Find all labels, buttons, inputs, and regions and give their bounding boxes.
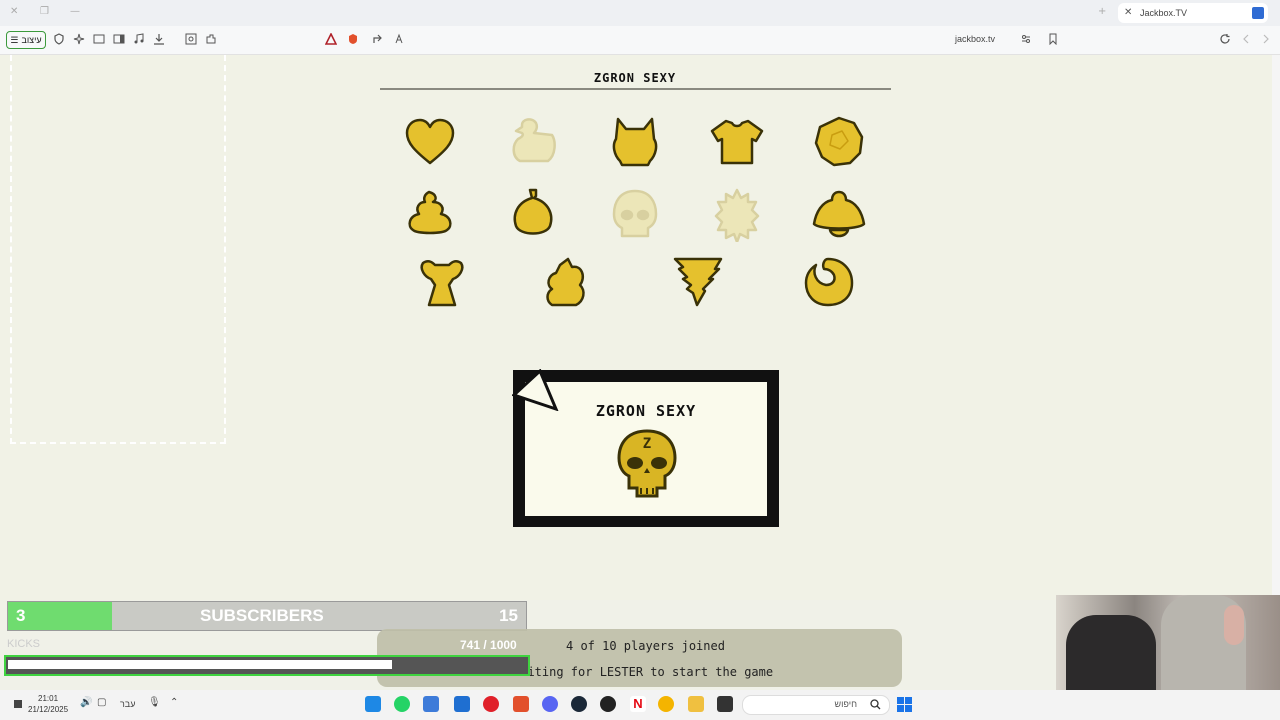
close-tab-icon[interactable]: ✕ <box>1124 7 1132 18</box>
network-icon[interactable]: ▢ <box>97 697 106 708</box>
restore-window-icon[interactable]: ❐ <box>40 6 49 17</box>
netflix-icon[interactable]: N <box>630 696 646 712</box>
zoom-app-icon[interactable] <box>365 696 381 712</box>
ai-icon[interactable] <box>73 33 85 45</box>
share-icon[interactable] <box>372 33 384 45</box>
kicks-progress-fill <box>8 660 392 669</box>
player-card-name: ZGRON SEXY <box>595 402 697 420</box>
avatar-ball-icon[interactable] <box>812 115 866 169</box>
game-page: ZGRON SEXY ZGRON SEXY Z <box>0 55 1272 600</box>
taskbar-search-placeholder: חיפוש <box>834 699 857 709</box>
windows-start-icon[interactable] <box>897 697 912 712</box>
language-indicator[interactable]: עבר <box>120 699 135 709</box>
whatsapp-icon[interactable] <box>394 696 410 712</box>
kicks-goal-bar <box>4 655 530 676</box>
hamburger-icon: ☰ <box>10 34 19 45</box>
menu-button-label: עיצוב <box>21 35 42 45</box>
new-tab-icon[interactable]: + <box>1098 6 1106 17</box>
browser-tab-bar: ✕ ❐ — + ✕ Jackbox.TV <box>0 0 1280 26</box>
player-card: ZGRON SEXY Z <box>512 369 779 527</box>
sidebar-icon[interactable] <box>113 33 125 45</box>
card-corner-fold <box>512 369 559 411</box>
media-player-icon[interactable] <box>483 696 499 712</box>
player-icon-letter: Z <box>642 436 652 452</box>
brave-shield-icon[interactable] <box>347 33 359 45</box>
avatar-poop-icon[interactable] <box>403 188 457 242</box>
terminal-icon[interactable] <box>717 696 733 712</box>
waiting-text: Waiting for LESTER to start the game <box>513 665 774 679</box>
back-icon[interactable] <box>1240 33 1252 45</box>
avatar-bomb-icon[interactable] <box>506 188 560 242</box>
file-explorer-icon[interactable] <box>688 696 704 712</box>
screenshot-icon[interactable] <box>185 33 197 45</box>
browser-toolbar: ☰ עיצוב jackbox.tv <box>0 26 1280 55</box>
volume-icon[interactable]: 🔊 <box>80 697 92 708</box>
avatar-tornado-icon[interactable] <box>671 255 725 309</box>
players-joined-text: 4 of 10 players joined <box>566 639 725 653</box>
site-settings-icon[interactable] <box>1020 33 1032 45</box>
avatar-squirrel-icon[interactable] <box>538 255 592 309</box>
tab-jackbox[interactable]: ✕ Jackbox.TV <box>1118 3 1268 23</box>
subscribers-goal: 15 <box>499 606 518 625</box>
paint-app-icon[interactable] <box>658 696 674 712</box>
brave-browser-icon[interactable] <box>513 696 529 712</box>
clock-date: 21/12/2025 <box>28 705 69 714</box>
discord-icon[interactable] <box>542 696 558 712</box>
search-icon <box>870 699 881 710</box>
hand-shape <box>1224 605 1244 645</box>
store-app-icon[interactable] <box>454 696 470 712</box>
taskbar-search[interactable]: חיפוש <box>742 695 890 715</box>
avatar-burst-icon <box>714 188 760 242</box>
avatar-cat-icon[interactable] <box>608 115 662 169</box>
microphone-icon[interactable]: 🎙 <box>148 697 161 708</box>
avatar-duck-icon <box>512 118 556 163</box>
title-divider <box>380 88 891 90</box>
avatar-moon-icon[interactable] <box>802 255 856 309</box>
avatar-trophy-icon[interactable] <box>415 255 469 309</box>
avatar-bell-icon[interactable] <box>812 188 866 242</box>
aria-triangle-icon[interactable] <box>325 33 337 45</box>
kicks-count: 741 / 1000 <box>460 638 517 652</box>
avatar-heart-icon[interactable] <box>403 115 457 169</box>
minimize-window-icon[interactable]: — <box>70 6 80 17</box>
overlay-placeholder-frame <box>10 55 226 444</box>
mail-app-icon[interactable] <box>423 696 439 712</box>
kicks-label: KICKS <box>7 638 41 650</box>
clock-time: 21:01 <box>38 694 59 703</box>
music-icon[interactable] <box>133 33 145 45</box>
close-window-icon[interactable]: ✕ <box>10 6 18 17</box>
subscribers-label: SUBSCRIBERS <box>200 606 324 625</box>
taskbar-clock[interactable]: 21:01 21/12/2025 <box>28 693 68 715</box>
weather-icon[interactable] <box>12 698 24 710</box>
reload-icon[interactable] <box>1219 33 1231 45</box>
reader-icon[interactable] <box>93 33 105 45</box>
chatgpt-icon[interactable] <box>600 696 616 712</box>
jackbox-favicon-icon <box>1252 7 1264 19</box>
forward-icon[interactable] <box>1260 33 1272 45</box>
tab-title: Jackbox.TV <box>1140 8 1188 18</box>
tray-chevron-icon[interactable]: ⌃ <box>170 697 178 708</box>
menu-button[interactable]: ☰ עיצוב <box>6 31 46 49</box>
url-text[interactable]: jackbox.tv <box>955 34 995 44</box>
bookmark-icon[interactable] <box>1047 33 1059 45</box>
room-title: ZGRON SEXY <box>593 71 677 85</box>
steam-icon[interactable] <box>571 696 587 712</box>
avatar-skull-icon <box>612 189 658 238</box>
avatar-shirt-icon[interactable] <box>710 115 764 169</box>
subscribers-goal-bar: 3 SUBSCRIBERS 15 <box>7 601 527 631</box>
shield-icon[interactable] <box>53 33 65 45</box>
translate-icon[interactable] <box>394 33 406 45</box>
page-scrollbar[interactable] <box>1272 55 1280 600</box>
subscribers-current: 3 <box>16 606 26 625</box>
extensions-icon[interactable] <box>205 33 217 45</box>
download-icon[interactable] <box>153 33 165 45</box>
